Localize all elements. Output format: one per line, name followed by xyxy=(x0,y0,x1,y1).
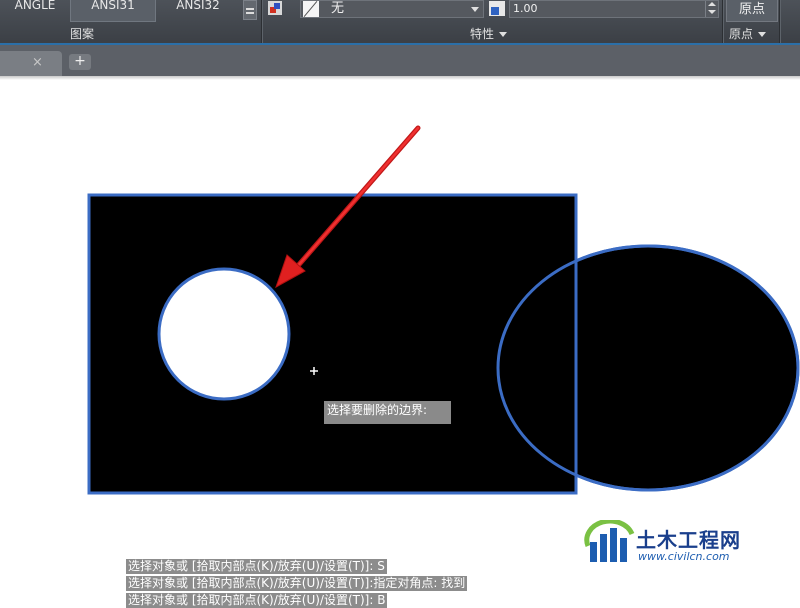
site-watermark: 土木工程网 www.civilcn.com xyxy=(584,520,784,566)
watermark-url: www.civilcn.com xyxy=(638,550,730,563)
hatch-scale-value: 1.00 xyxy=(513,2,538,15)
command-history-line: 选择对象或 [拾取内部点(K)/放弃(U)/设置(T)]: B xyxy=(126,593,388,608)
panel-divider xyxy=(261,0,262,43)
chevron-down-icon xyxy=(499,32,508,37)
pattern-ansi32[interactable]: ANSI32 xyxy=(156,0,240,22)
hatch-scale-input[interactable]: 1.00 xyxy=(509,0,719,18)
properties-panel-label[interactable]: 特性 xyxy=(470,25,508,42)
panel-divider xyxy=(722,0,723,43)
command-history-line: 选择对象或 [拾取内部点(K)/放弃(U)/设置(T)]: S xyxy=(126,559,387,574)
document-tab-bar: × + xyxy=(0,45,800,76)
more-icon xyxy=(246,8,254,10)
origin-panel-label[interactable]: 原点 xyxy=(729,25,767,42)
pattern-ansi31[interactable]: ANSI31 xyxy=(70,0,156,22)
background-color-value: 无 xyxy=(331,1,345,16)
spin-up-icon[interactable] xyxy=(708,2,716,6)
hatch-color-icon[interactable] xyxy=(268,1,282,15)
new-tab-button[interactable]: + xyxy=(69,54,91,70)
properties-label-text: 特性 xyxy=(470,27,495,41)
command-history-line: 选择对象或 [拾取内部点(K)/放弃(U)/设置(T)]:指定对角点: 找到 xyxy=(126,576,468,591)
ribbon: ANGLE ANSI31 ANSI32 图案 无 1.00 特性 原点 原点 xyxy=(0,0,800,44)
hatch-scale-icon xyxy=(489,1,505,16)
panel-divider xyxy=(779,0,780,43)
pattern-gallery: ANGLE ANSI31 ANSI32 xyxy=(0,0,242,22)
gallery-expand-button[interactable] xyxy=(243,0,257,20)
close-icon[interactable]: × xyxy=(32,55,43,70)
origin-label-text: 原点 xyxy=(729,27,754,41)
scale-spinner[interactable] xyxy=(705,1,718,17)
command-prompt-tooltip: 选择要删除的边界: xyxy=(324,401,451,424)
background-color-dropdown[interactable]: 无 xyxy=(300,0,484,18)
chevron-down-icon xyxy=(471,7,479,12)
civilcn-logo-icon xyxy=(584,520,635,562)
watermark-site-name: 土木工程网 xyxy=(636,528,741,552)
pattern-angle[interactable]: ANGLE xyxy=(0,0,70,22)
pattern-panel-label: 图案 xyxy=(70,27,95,41)
no-color-swatch-icon xyxy=(303,1,319,17)
spin-down-icon[interactable] xyxy=(708,10,716,14)
set-origin-button[interactable]: 原点 xyxy=(726,0,778,22)
drawing-tab[interactable]: × xyxy=(0,51,62,76)
circle-island[interactable] xyxy=(157,267,291,401)
chevron-down-icon xyxy=(758,32,767,37)
